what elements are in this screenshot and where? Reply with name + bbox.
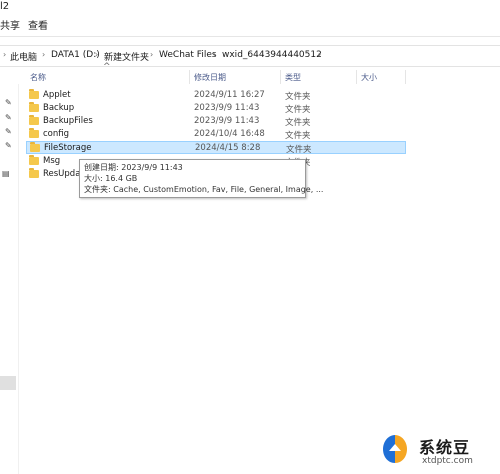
folder-icon (29, 128, 39, 138)
folder-icon (29, 115, 39, 125)
chevron-right-icon: › (42, 50, 46, 59)
file-row[interactable]: BackupFiles 2023/9/9 11:43 文件夹 (26, 115, 406, 128)
folder-group-icon[interactable]: ▤ (2, 169, 10, 178)
folder-icon (29, 168, 39, 178)
file-date: 2024/10/4 16:48 (194, 129, 265, 139)
watermark-brand: 系统豆 (419, 438, 471, 457)
file-type: 文件夹 (285, 118, 311, 128)
chevron-right-icon: › (318, 50, 322, 59)
file-name: BackupFiles (43, 116, 93, 126)
chevron-right-icon: › (95, 50, 99, 59)
column-divider[interactable] (356, 70, 357, 84)
address-bar[interactable]: › 此电脑 › DATA1 (D:) › 新建文件夹 › WeChat File… (0, 45, 500, 67)
file-type: 文件夹 (285, 131, 311, 141)
breadcrumb-wechat-files[interactable]: WeChat Files (159, 50, 217, 60)
chevron-right-icon: › (150, 50, 154, 59)
chevron-right-icon: › (213, 50, 217, 59)
column-divider[interactable] (405, 70, 406, 84)
column-header-name[interactable]: 名称 (30, 72, 46, 83)
folder-icon (29, 155, 39, 165)
pin-icon[interactable]: ✎ (5, 127, 12, 136)
watermark-url: xtdptc.com (422, 456, 473, 466)
file-name: Applet (43, 90, 71, 100)
window-title: l2 (0, 1, 10, 12)
pane-divider[interactable] (18, 84, 19, 474)
breadcrumb-data1[interactable]: DATA1 (D:) (51, 50, 100, 60)
sort-up-icon: ^ (103, 62, 111, 72)
breadcrumb-this-pc[interactable]: 此电脑 (10, 50, 37, 63)
column-header-size[interactable]: 大小 (361, 72, 377, 83)
chevron-right-icon: › (3, 50, 7, 59)
tooltip-created: 创建日期: 2023/9/9 11:43 (84, 163, 183, 172)
pin-icon[interactable]: ✎ (5, 141, 12, 150)
file-type: 文件夹 (285, 92, 311, 102)
pin-icon[interactable]: ✎ (5, 113, 12, 122)
file-name: Backup (43, 103, 75, 113)
pin-icon[interactable]: ✎ (5, 98, 12, 107)
file-type: 文件夹 (286, 145, 312, 155)
folder-tooltip: 创建日期: 2023/9/9 11:43 大小: 16.4 GB 文件夹: Ca… (79, 159, 323, 198)
folder-icon (29, 102, 39, 112)
file-row-selected[interactable]: FileStorage 2024/4/15 8:28 文件夹 (26, 141, 406, 155)
file-row[interactable]: config 2024/10/4 16:48 文件夹 (26, 128, 406, 141)
ribbon-divider (0, 36, 500, 37)
column-header-type[interactable]: 类型 (285, 72, 301, 83)
folder-icon (30, 142, 40, 152)
file-date: 2024/9/11 16:27 (194, 90, 265, 100)
file-type: 文件夹 (285, 105, 311, 115)
nav-selected-item[interactable] (0, 376, 16, 390)
file-name: config (43, 129, 70, 139)
file-name: Msg (43, 156, 61, 166)
breadcrumb-new-folder[interactable]: 新建文件夹 (104, 50, 149, 63)
breadcrumb-wxid[interactable]: wxid_6443944440512 (222, 50, 322, 60)
navigation-pane[interactable]: ✎ ✎ ✎ ✎ ▤ (0, 84, 18, 474)
watermark-logo (383, 435, 407, 463)
tooltip-size: 大小: 16.4 GB (84, 174, 138, 183)
file-row[interactable]: Applet 2024/9/11 16:27 文件夹 (26, 89, 406, 102)
tooltip-folders: 文件夹: Cache, CustomEmotion, Fav, File, Ge… (84, 185, 324, 194)
ribbon-tab-view[interactable]: 查看 (28, 17, 48, 32)
folder-icon (29, 89, 39, 99)
file-name: FileStorage (44, 143, 92, 153)
file-row[interactable]: Backup 2023/9/9 11:43 文件夹 (26, 102, 406, 115)
column-divider[interactable] (189, 70, 190, 84)
ribbon-tab-share[interactable]: 共享 (0, 17, 20, 32)
file-date: 2023/9/9 11:43 (194, 103, 260, 113)
column-divider[interactable] (280, 70, 281, 84)
file-date: 2024/4/15 8:28 (195, 143, 261, 153)
column-header-date[interactable]: 修改日期 (194, 72, 226, 83)
file-date: 2023/9/9 11:43 (194, 116, 260, 126)
